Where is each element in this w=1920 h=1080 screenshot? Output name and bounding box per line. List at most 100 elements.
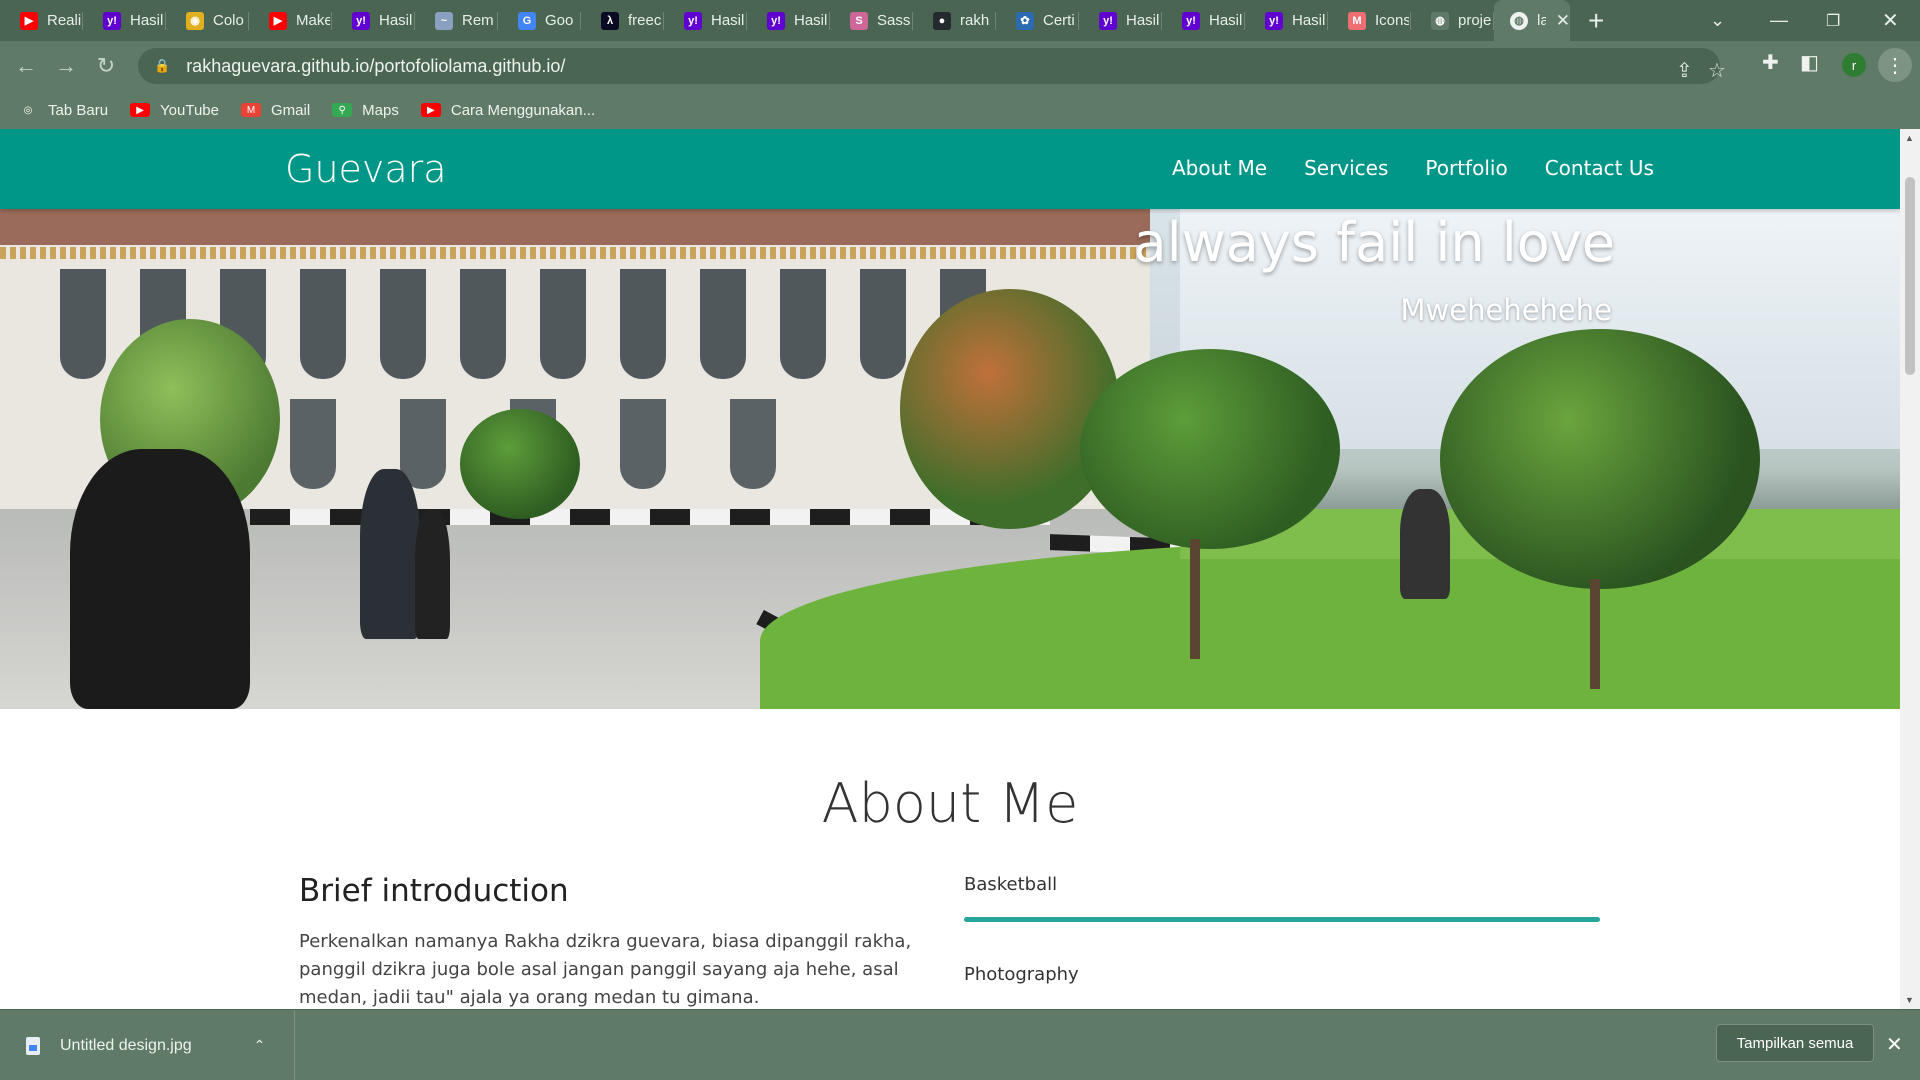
about-title: About Me [821, 772, 1079, 835]
download-file-name[interactable]: Untitled design.jpg [60, 1037, 192, 1055]
site-navbar: Guevara About Me Services Portfolio Contact… [0, 129, 1900, 209]
active-tab[interactable]: ◍ la ✕ [1494, 0, 1570, 41]
freecodecamp-icon: λ [601, 11, 619, 30]
site-brand[interactable]: Guevara [285, 147, 447, 191]
new-tab-button[interactable]: + [1588, 5, 1604, 37]
profile-avatar[interactable]: r [1842, 53, 1866, 77]
skill-fill [964, 917, 1600, 922]
certificate-icon: ✿ [1016, 11, 1034, 30]
show-all-button[interactable]: Tampilkan semua [1716, 1024, 1874, 1062]
browser-menu-button[interactable]: ⋮ [1878, 48, 1912, 82]
bookmark-item[interactable]: ◎ Tab Baru [18, 102, 108, 119]
bookmark-label: Tab Baru [48, 101, 109, 119]
nav-link-services[interactable]: Services [1304, 156, 1388, 180]
browser-tab[interactable]: ◍ proje [1411, 0, 1494, 41]
tab-title: Hasil [711, 12, 745, 29]
skill-label-basketball: Basketball [964, 874, 1058, 895]
tab-search-icon[interactable]: ⌄ [1710, 0, 1725, 41]
back-button[interactable]: ← [6, 53, 46, 79]
colorpicker-icon: ◉ [186, 11, 204, 30]
intro-text: Perkenalkan namanya Rakha dzikra guevara… [299, 931, 912, 1008]
chevron-up-icon[interactable]: ⌃ [254, 1037, 266, 1054]
tab-title: Icons [1375, 12, 1409, 29]
bookmark-item[interactable]: ▶ Cara Menggunakan... [420, 102, 595, 119]
skill-label-photography: Photography [964, 964, 1079, 985]
minimize-button[interactable]: — [1770, 0, 1788, 41]
tab-title: Sass [877, 12, 911, 29]
reload-button[interactable]: ↻ [86, 53, 126, 79]
browser-tab[interactable]: S Sass [830, 0, 913, 41]
browser-tab[interactable]: y! Hasil [747, 0, 830, 41]
browser-tab[interactable]: ~ Rem [415, 0, 498, 41]
close-window-button[interactable]: ✕ [1882, 0, 1899, 41]
browser-tab[interactable]: ▶ Reali [0, 0, 83, 41]
browser-tab[interactable]: λ freec [581, 0, 664, 41]
bookmark-item[interactable]: ⚲ Maps [332, 102, 399, 119]
side-panel-icon[interactable]: ◧ [1800, 50, 1819, 75]
browser-tab[interactable]: G Goo [498, 0, 581, 41]
tab-title: Hasil [379, 12, 413, 29]
youtube-icon: ▶ [20, 11, 38, 30]
tab-title: Rem [462, 12, 494, 29]
nav-link-portfolio[interactable]: Portfolio [1425, 156, 1507, 180]
chrome-icon: ◎ [18, 103, 38, 117]
tab-title: Hasil [1209, 12, 1243, 29]
github-icon: ● [933, 11, 951, 30]
nav-link-about-me[interactable]: About Me [1172, 156, 1267, 180]
browser-tab[interactable]: ▶ Make [249, 0, 332, 41]
intro-heading: Brief introduction [299, 873, 569, 909]
yahoo-icon: y! [767, 11, 785, 30]
tab-title: Reali [47, 12, 81, 29]
youtube-icon: ▶ [130, 103, 151, 117]
maps-icon: ⚲ [332, 103, 353, 117]
omnibox[interactable]: 🔒 rakhaguevara.github.io/portofoliolama.… [138, 48, 1726, 84]
page-viewport: Guevara About Me Services Portfolio Contact… [0, 129, 1900, 1009]
browser-tab[interactable]: y! Hasil [664, 0, 747, 41]
browser-tab[interactable]: y! Hasil [83, 0, 166, 41]
browser-tab[interactable]: y! Hasil [1162, 0, 1245, 41]
browser-tab[interactable]: y! Hasil [332, 0, 415, 41]
restore-button[interactable]: ❐ [1826, 0, 1840, 41]
tab-title: Hasil [1126, 12, 1160, 29]
download-item[interactable]: Untitled design.jpg ⌃ [0, 1010, 295, 1080]
browser-tab[interactable]: ● rakh [913, 0, 996, 41]
forward-button[interactable]: → [46, 53, 86, 79]
share-icon[interactable]: ⇪ [1676, 58, 1693, 83]
skill-bar-basketball [964, 917, 1600, 922]
google-translate-icon: G [518, 11, 536, 30]
scroll-up-icon[interactable]: ▲ [1905, 133, 1914, 143]
tab-title: Hasil [130, 12, 164, 29]
tab-title: Hasil [1292, 12, 1326, 29]
tab-title: Hasil [794, 12, 828, 29]
bookmark-item[interactable]: ▶ YouTube [130, 102, 219, 119]
close-shelf-icon[interactable]: ✕ [1886, 1032, 1903, 1057]
yahoo-icon: y! [1099, 11, 1117, 30]
tab-title: proje [1458, 12, 1492, 29]
browser-tab[interactable]: M Icons [1328, 0, 1411, 41]
scrollbar-thumb[interactable] [1905, 177, 1915, 375]
browser-tab[interactable]: ✿ Certi [996, 0, 1079, 41]
tab-title: Make [296, 12, 330, 29]
remove-icon: ~ [435, 11, 453, 30]
yahoo-icon: y! [684, 11, 702, 30]
yahoo-icon: y! [1265, 11, 1283, 30]
close-tab-icon[interactable]: ✕ [1556, 11, 1570, 31]
materialize-icon: M [1348, 11, 1366, 30]
bookmark-star-icon[interactable]: ☆ [1708, 58, 1726, 83]
hero-title: always fail in love [1133, 211, 1616, 274]
url-text[interactable]: rakhaguevara.github.io/portofoliolama.gi… [186, 56, 565, 77]
browser-tab[interactable]: y! Hasil [1079, 0, 1162, 41]
yahoo-icon: y! [1182, 11, 1200, 30]
bookmark-label: YouTube [160, 101, 219, 119]
bookmark-item[interactable]: M Gmail [241, 102, 310, 119]
tab-title: rakh [960, 12, 990, 29]
site-nav-links: About Me Services Portfolio Contact Us [1172, 156, 1691, 180]
browser-tab[interactable]: y! Hasil [1245, 0, 1328, 41]
browser-tab[interactable]: ◉ Colo [166, 0, 249, 41]
scroll-down-icon[interactable]: ▼ [1905, 995, 1914, 1005]
page-scrollbar[interactable]: ▲ ▼ [1900, 129, 1920, 1009]
extensions-icon[interactable]: ✚ [1762, 50, 1779, 75]
address-toolbar: ← → ↻ 🔒 rakhaguevara.github.io/portofoli… [0, 41, 1920, 91]
nav-link-contact-us[interactable]: Contact Us [1545, 156, 1654, 180]
lock-icon[interactable]: 🔒 [154, 58, 170, 74]
